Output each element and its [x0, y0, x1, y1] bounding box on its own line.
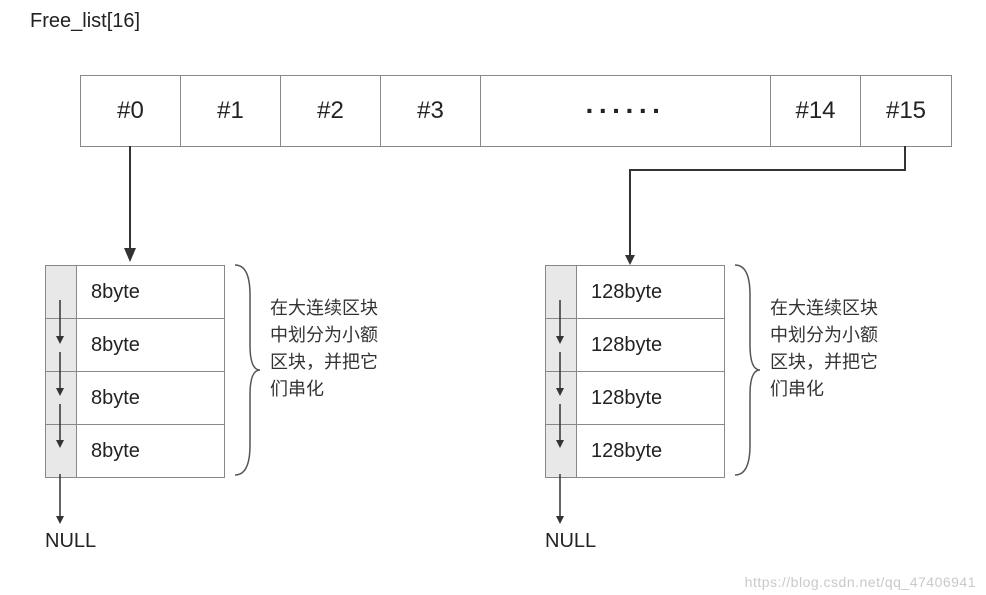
- list-terminal-null: NULL: [545, 530, 596, 553]
- watermark-text: https://blog.csdn.net/qq_47406941: [745, 574, 976, 590]
- list-description: 在大连续区块中划分为小额区块，并把它们串化: [770, 295, 880, 403]
- brace-icon: [730, 265, 760, 475]
